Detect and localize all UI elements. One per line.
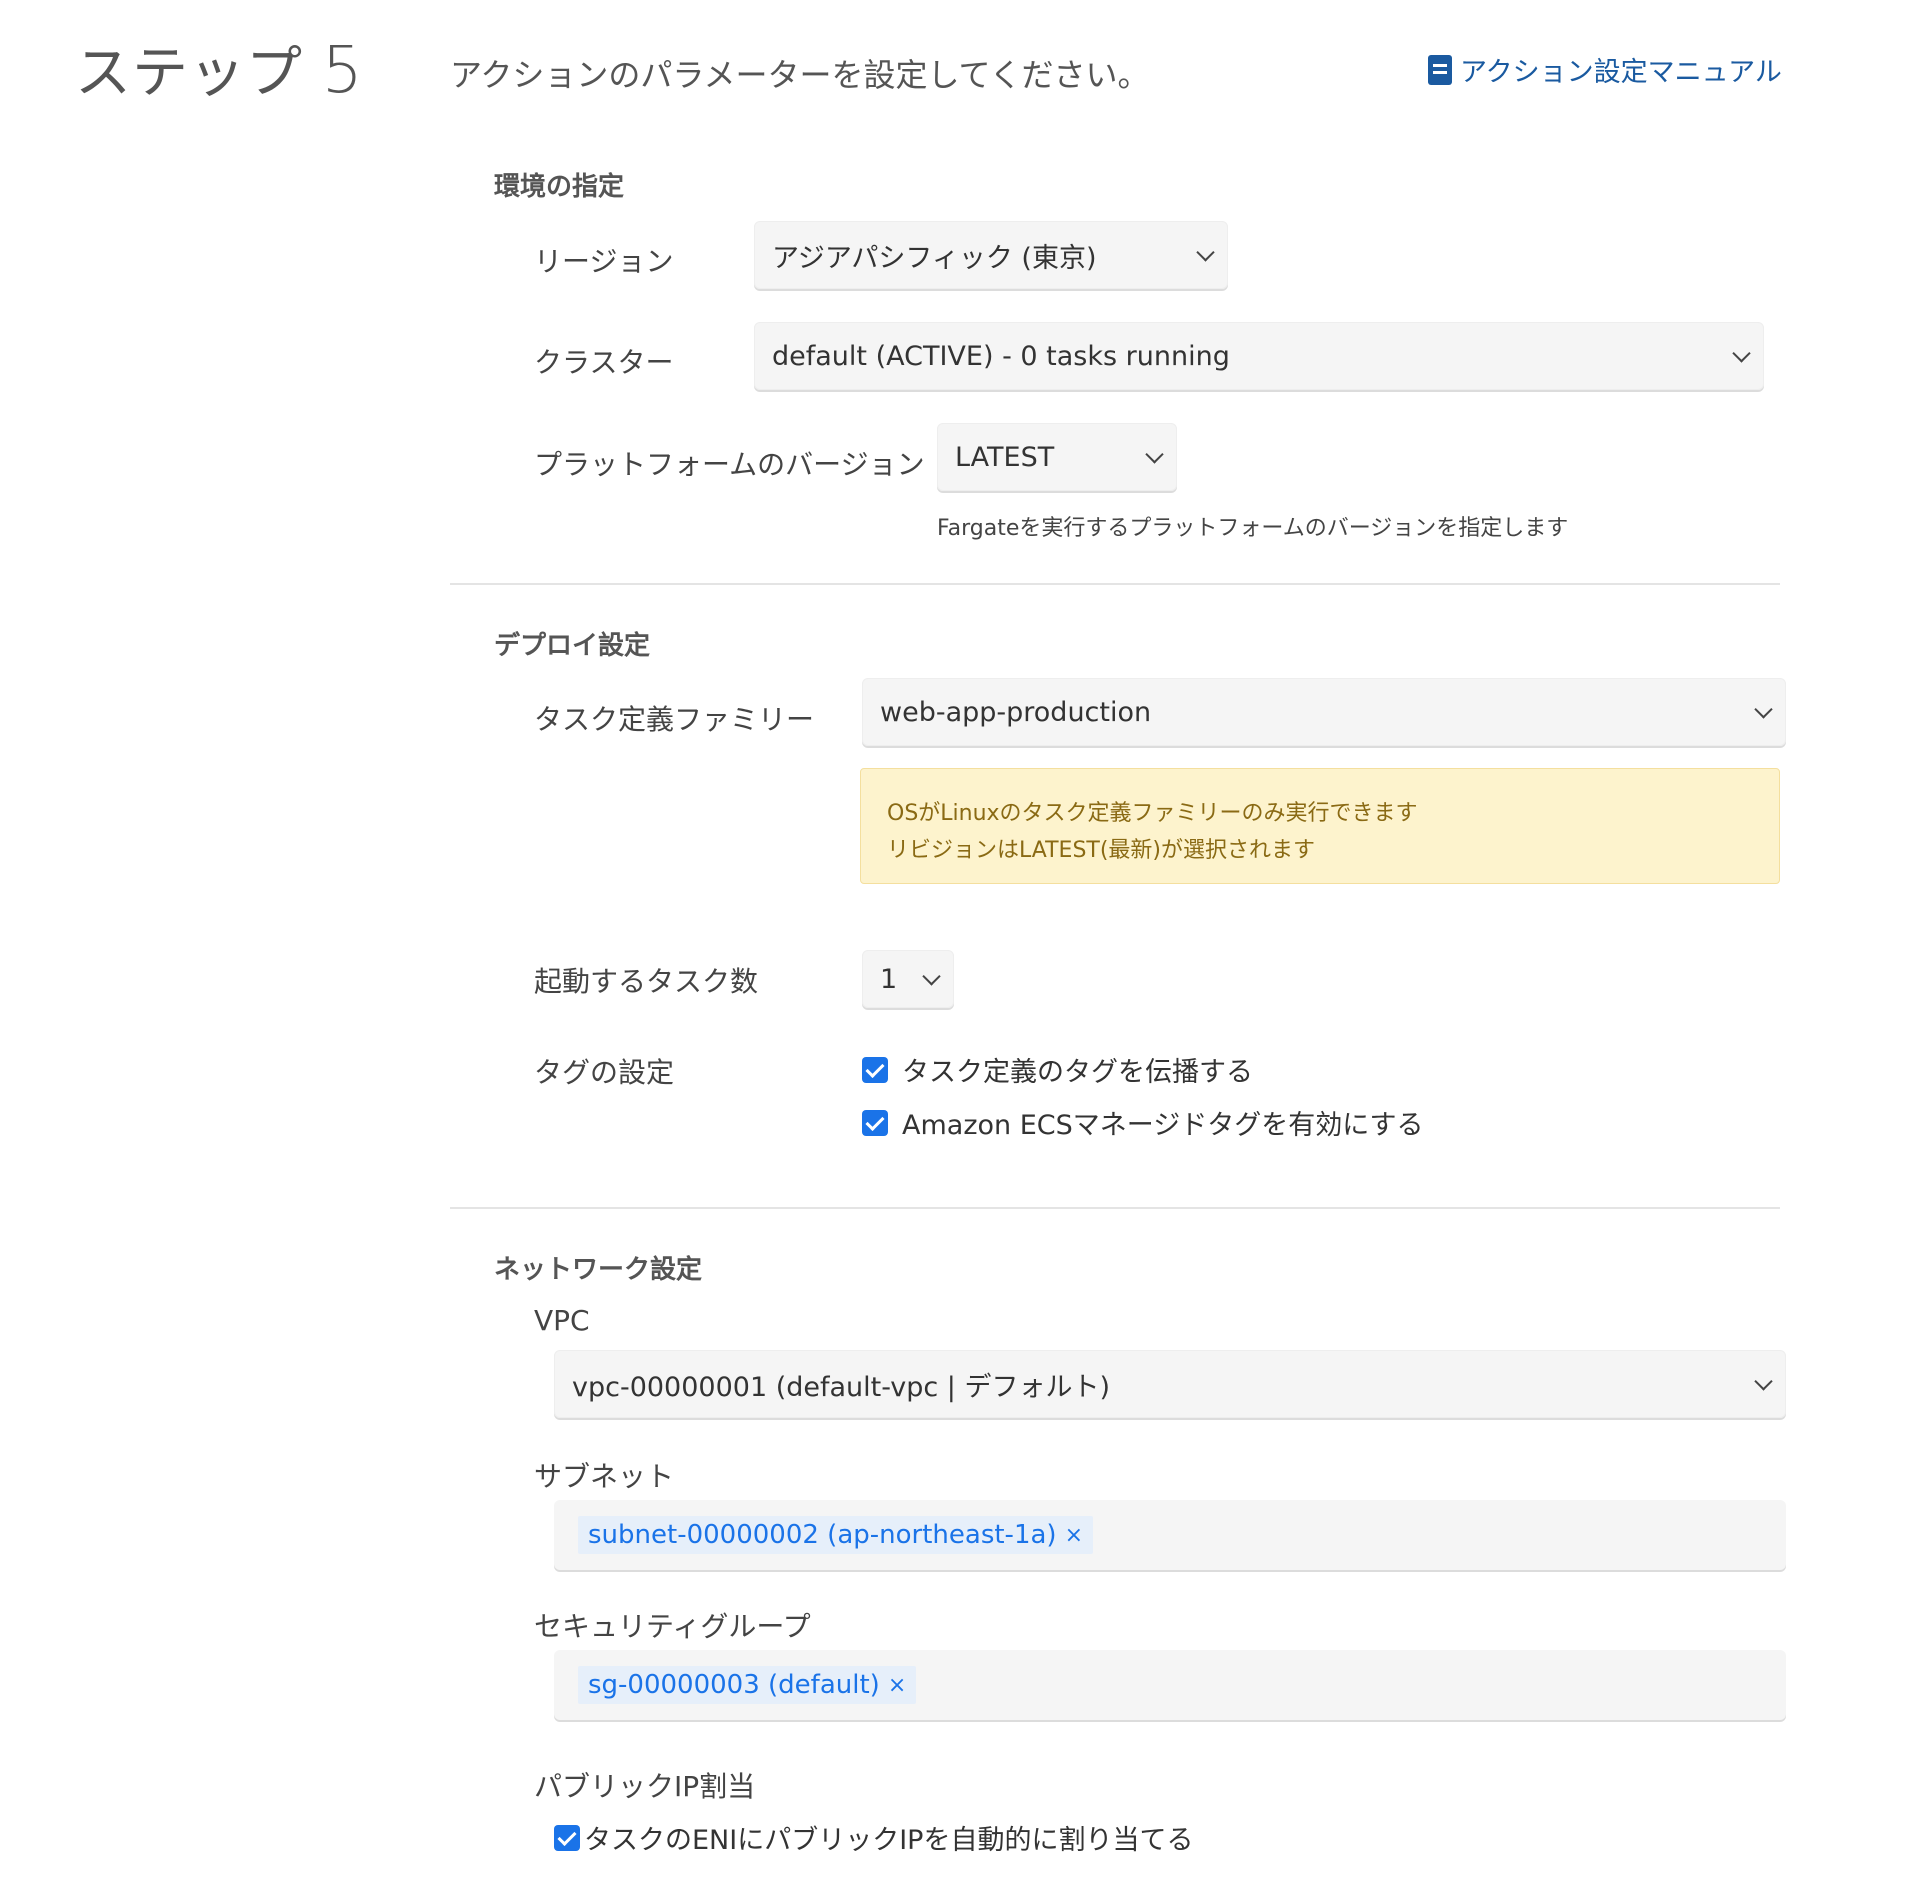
vpc-select-value: vpc-00000001 (default-vpc | デフォルト) (572, 1371, 1111, 1403)
step-word: ステップ (75, 41, 303, 106)
managed-tags-option[interactable]: Amazon ECSマネージドタグを有効にする (862, 1103, 1423, 1142)
remove-tag-icon[interactable]: × (888, 1673, 906, 1698)
vpc-select[interactable]: vpc-00000001 (default-vpc | デフォルト) (554, 1350, 1786, 1418)
task-count-select[interactable]: 1 (862, 950, 954, 1008)
chevron-down-icon (1196, 243, 1215, 262)
warning-line-2: リビジョンはLATEST(最新)が選択されます (887, 838, 1316, 863)
cluster-select[interactable]: default (ACTIVE) - 0 tasks running (754, 322, 1764, 390)
subnet-tag: subnet-00000002 (ap-northeast-1a) × (578, 1516, 1093, 1554)
propagate-tags-label: タスク定義のタグを伝播する (902, 1057, 1253, 1088)
platform-version-select-value: LATEST (955, 441, 1055, 473)
region-select[interactable]: アジアパシフィック (東京) (754, 221, 1228, 289)
platform-version-label: プラットフォームのバージョン (534, 448, 925, 481)
subnet-tag-label: subnet-00000002 (ap-northeast-1a) (588, 1520, 1057, 1550)
manual-link-label: アクション設定マニュアル (1460, 57, 1782, 88)
tags-label: タグの設定 (534, 1056, 675, 1089)
chevron-down-icon (1754, 1372, 1773, 1391)
step-description: アクションのパラメーターを設定してください。 (450, 56, 1150, 94)
security-group-tag-label: sg-00000003 (default) (588, 1670, 880, 1700)
public-ip-option[interactable]: タスクのENIにパブリックIPを自動的に割り当てる (554, 1818, 1193, 1857)
network-section-title: ネットワーク設定 (494, 1255, 703, 1285)
manual-link[interactable]: アクション設定マニュアル (1428, 50, 1782, 89)
chevron-down-icon (1145, 445, 1164, 464)
chevron-down-icon (1754, 700, 1773, 719)
remove-tag-icon[interactable]: × (1065, 1523, 1083, 1548)
propagate-tags-option[interactable]: タスク定義のタグを伝播する (862, 1050, 1253, 1089)
cluster-select-value: default (ACTIVE) - 0 tasks running (772, 340, 1230, 372)
step-number: 5 (321, 34, 364, 108)
chevron-down-icon (1732, 344, 1751, 363)
managed-tags-checkbox[interactable] (862, 1109, 888, 1136)
environment-section-title: 環境の指定 (494, 172, 625, 202)
propagate-tags-checkbox[interactable] (862, 1056, 888, 1083)
managed-tags-label: Amazon ECSマネージドタグを有効にする (902, 1110, 1424, 1141)
chevron-down-icon (922, 967, 941, 986)
security-group-multiselect[interactable]: sg-00000003 (default) × (554, 1650, 1786, 1720)
region-label: リージョン (534, 245, 674, 278)
task-family-select[interactable]: web-app-production (862, 678, 1786, 746)
cluster-label: クラスター (534, 346, 674, 379)
subnet-label: サブネット (534, 1460, 675, 1493)
region-select-value: アジアパシフィック (東京) (772, 242, 1097, 274)
step-title: ステップ 5 (75, 28, 364, 109)
platform-version-select[interactable]: LATEST (937, 423, 1177, 491)
public-ip-checkbox[interactable] (554, 1824, 580, 1851)
public-ip-label: パブリックIP割当 (534, 1770, 756, 1803)
subnet-multiselect[interactable]: subnet-00000002 (ap-northeast-1a) × (554, 1500, 1786, 1570)
task-count-select-value: 1 (880, 963, 898, 995)
security-group-tag: sg-00000003 (default) × (578, 1666, 917, 1704)
security-group-label: セキュリティグループ (534, 1610, 811, 1643)
task-count-label: 起動するタスク数 (534, 965, 759, 998)
warning-line-1: OSがLinuxのタスク定義ファミリーのみ実行できます (887, 801, 1418, 826)
book-icon (1428, 54, 1452, 85)
public-ip-checkbox-label: タスクのENIにパブリックIPを自動的に割り当てる (584, 1825, 1194, 1856)
task-family-select-value: web-app-production (880, 696, 1152, 728)
deploy-section-title: デプロイ設定 (494, 631, 651, 661)
section-divider (450, 1207, 1780, 1209)
section-divider (450, 583, 1780, 585)
task-family-label: タスク定義ファミリー (534, 703, 815, 736)
task-family-warning: OSがLinuxのタスク定義ファミリーのみ実行できます リビジョンはLATEST… (860, 768, 1780, 884)
platform-version-help: Fargateを実行するプラットフォームのバージョンを指定します (937, 516, 1569, 541)
vpc-label: VPC (534, 1304, 590, 1337)
